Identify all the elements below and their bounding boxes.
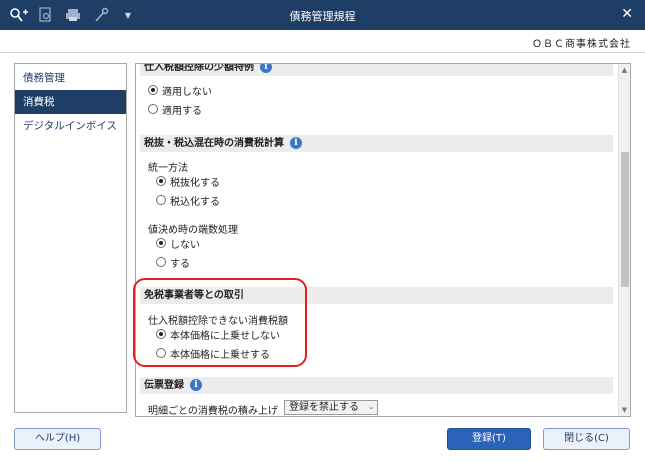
radio-special-not-apply[interactable]: 適用しない xyxy=(148,83,212,98)
section-header-voucher: 伝票登録 i xyxy=(140,377,613,394)
radio-icon xyxy=(156,257,166,267)
radio-icon xyxy=(156,238,166,248)
sidebar-item-payables[interactable]: 債務管理 xyxy=(15,66,126,90)
radio-icon xyxy=(156,176,166,186)
unify-method-label: 統一方法 xyxy=(148,163,188,174)
scroll-up-icon[interactable]: ▲ xyxy=(619,64,630,76)
radio-special-apply[interactable]: 適用する xyxy=(148,102,202,117)
rounding-label: 値決め時の端数処理 xyxy=(148,225,238,236)
window-title: 債務管理規程 xyxy=(289,10,356,23)
info-icon[interactable]: i xyxy=(260,64,272,73)
section-header-mixed: 税抜・税込混在時の消費税計算 i xyxy=(140,135,613,152)
close-icon[interactable]: ✕ xyxy=(621,6,633,22)
chevron-down-icon: ⌄ xyxy=(368,403,374,411)
radio-icon xyxy=(156,195,166,205)
tax-accumulation-select[interactable]: 登録を禁止する ⌄ xyxy=(284,400,378,415)
sidebar: 債務管理 消費税 デジタルインボイス xyxy=(14,63,127,413)
radio-icon xyxy=(148,85,158,95)
title-bar: ▼ 債務管理規程 ✕ xyxy=(0,0,645,30)
register-button[interactable]: 登録(T) xyxy=(447,428,531,450)
sidebar-item-consumption-tax[interactable]: 消費税 xyxy=(15,90,126,114)
info-icon[interactable]: i xyxy=(190,379,202,391)
scroll-down-icon[interactable]: ▼ xyxy=(619,404,630,416)
radio-tax-exclusive[interactable]: 税抜化する xyxy=(156,174,220,189)
scroll-thumb[interactable] xyxy=(621,152,629,287)
help-button[interactable]: ヘルプ(H) xyxy=(14,428,101,450)
radio-icon xyxy=(148,104,158,114)
radio-rounding-yes[interactable]: する xyxy=(156,255,190,270)
close-button[interactable]: 閉じる(C) xyxy=(543,428,630,450)
company-name: ＯＢＣ商事株式会社 xyxy=(532,39,631,50)
per-line-tax-label: 明細ごとの消費税の積み上げ xyxy=(148,406,278,417)
header-divider xyxy=(0,52,645,53)
vertical-scrollbar[interactable]: ▲ ▼ xyxy=(618,64,630,416)
highlight-annotation xyxy=(133,278,307,367)
radio-rounding-no[interactable]: しない xyxy=(156,236,200,251)
sidebar-item-digital-invoice[interactable]: デジタルインボイス xyxy=(15,114,126,138)
section-header-special: 仕入税額控除の少額特例 i xyxy=(140,64,613,76)
info-icon[interactable]: i xyxy=(290,137,302,149)
radio-tax-inclusive[interactable]: 税込化する xyxy=(156,193,220,208)
